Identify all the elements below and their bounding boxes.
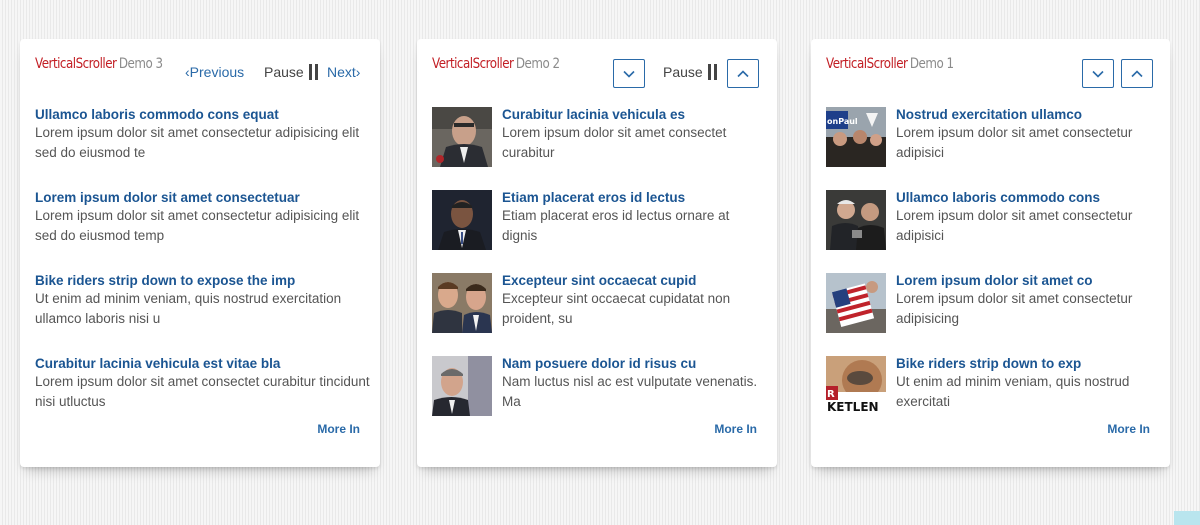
- item-title[interactable]: Lorem ipsum dolor sit amet consectetuar: [35, 190, 370, 206]
- portrait-image: [432, 273, 492, 333]
- scroll-down-button[interactable]: [1082, 59, 1114, 88]
- item-description: Lorem ipsum dolor sit amet consectetur a…: [35, 125, 360, 160]
- more-in-link[interactable]: More In: [317, 422, 360, 436]
- panel-title-brand: VerticalScroller: [826, 56, 908, 72]
- flag-photo-image: [826, 273, 886, 333]
- item-thumbnail[interactable]: [432, 273, 492, 333]
- list-item[interactable]: Ullamco laboris commodo cons equat Lorem…: [35, 107, 370, 190]
- item-title[interactable]: Curabitur lacinia vehicula est vitae bla: [35, 356, 370, 372]
- list-item[interactable]: Lorem ipsum dolor sit amet co Lorem ipsu…: [826, 273, 1160, 356]
- item-description: Lorem ipsum dolor sit amet consectetur a…: [35, 208, 360, 243]
- chevron-up-icon: [737, 69, 749, 77]
- previous-label: Previous: [189, 64, 245, 80]
- sign-text: KETLEN: [827, 400, 879, 414]
- item-thumbnail[interactable]: [826, 190, 886, 250]
- scroller-panel-demo-1: VerticalScroller Demo 1 onPaul Nostrud e…: [811, 39, 1170, 467]
- panel-title: VerticalScroller Demo 2: [432, 56, 560, 72]
- portrait-image: [432, 190, 492, 250]
- item-title[interactable]: Nostrud exercitation ullamco: [896, 107, 1160, 123]
- more-in-link[interactable]: More In: [1107, 422, 1150, 436]
- item-description: Lorem ipsum dolor sit amet consectet cur…: [502, 125, 727, 160]
- list-item[interactable]: Excepteur sint occaecat cupid Excepteur …: [432, 273, 767, 356]
- chevron-down-icon: [1092, 70, 1104, 78]
- crowd-photo-image: onPaul: [826, 107, 886, 167]
- item-description: Lorem ipsum dolor sit amet consectetur a…: [896, 208, 1133, 243]
- item-title[interactable]: Bike riders strip down to exp: [896, 356, 1160, 372]
- scroll-up-button[interactable]: [727, 59, 759, 88]
- item-thumbnail[interactable]: [432, 190, 492, 250]
- item-title[interactable]: Etiam placerat eros id lectus: [502, 190, 767, 206]
- item-thumbnail[interactable]: onPaul: [826, 107, 886, 167]
- chevron-right-icon: ›: [355, 64, 361, 80]
- list-item[interactable]: Bike riders strip down to expose the imp…: [35, 273, 370, 356]
- portrait-image: [432, 356, 492, 416]
- list-item[interactable]: Ullamco laboris commodo cons Lorem ipsum…: [826, 190, 1160, 273]
- item-title[interactable]: Ullamco laboris commodo cons equat: [35, 107, 370, 123]
- item-title[interactable]: Ullamco laboris commodo cons: [896, 190, 1160, 206]
- panel-title: VerticalScroller Demo 3: [35, 56, 163, 72]
- scroll-up-button[interactable]: [1121, 59, 1153, 88]
- panel-title-demo: Demo 3: [118, 56, 163, 72]
- panel-title-brand: VerticalScroller: [35, 56, 117, 72]
- list-item[interactable]: onPaul Nostrud exercitation ullamco Lore…: [826, 107, 1160, 190]
- pause-label: Pause: [663, 64, 703, 80]
- item-thumbnail[interactable]: [432, 107, 492, 167]
- pause-button[interactable]: Pause: [264, 64, 318, 80]
- panel-title-demo: Demo 1: [909, 56, 954, 72]
- portrait-image: [432, 107, 492, 167]
- item-description: Ut enim ad minim veniam, quis nostrud ex…: [35, 291, 342, 326]
- item-description: Etiam placerat eros id lectus ornare at …: [502, 208, 730, 243]
- next-button[interactable]: Next›: [327, 64, 360, 80]
- scroller-panel-demo-2: VerticalScroller Demo 2 Pause Curabitur …: [417, 39, 777, 467]
- panel-title: VerticalScroller Demo 1: [826, 56, 954, 72]
- previous-button[interactable]: ‹Previous: [185, 64, 244, 80]
- item-thumbnail[interactable]: [826, 273, 886, 333]
- item-description: Nam luctus nisl ac est vulputate venenat…: [502, 374, 758, 409]
- item-thumbnail[interactable]: [432, 356, 492, 416]
- item-description: Lorem ipsum dolor sit amet consectetur a…: [896, 125, 1133, 160]
- sign-text: onPaul: [827, 117, 858, 126]
- item-title[interactable]: Bike riders strip down to expose the imp: [35, 273, 370, 289]
- scroll-down-button[interactable]: [613, 59, 645, 88]
- corner-decoration: [1174, 511, 1200, 525]
- pause-icon: [707, 64, 717, 80]
- next-label: Next: [327, 64, 356, 80]
- more-in-link[interactable]: More In: [714, 422, 757, 436]
- list-item[interactable]: Lorem ipsum dolor sit amet consectetuar …: [35, 190, 370, 273]
- scroller-list: Ullamco laboris commodo cons equat Lorem…: [35, 107, 370, 439]
- scroller-list: onPaul Nostrud exercitation ullamco Lore…: [826, 107, 1160, 439]
- crowd-photo-image: [826, 190, 886, 250]
- item-description: Ut enim ad minim veniam, quis nostrud ex…: [896, 374, 1130, 409]
- list-item[interactable]: Curabitur lacinia vehicula es Lorem ipsu…: [432, 107, 767, 190]
- chevron-down-icon: [623, 70, 635, 78]
- panel-title-demo: Demo 2: [515, 56, 560, 72]
- cyclist-photo-image: R KETLEN: [826, 356, 886, 416]
- item-thumbnail[interactable]: R KETLEN: [826, 356, 886, 416]
- panel-title-brand: VerticalScroller: [432, 56, 514, 72]
- item-title[interactable]: Nam posuere dolor id risus cu: [502, 356, 767, 372]
- pause-icon: [308, 64, 318, 80]
- pause-button[interactable]: Pause: [663, 64, 717, 80]
- scroller-panel-demo-3: VerticalScroller Demo 3 ‹Previous Pause N…: [20, 39, 380, 467]
- item-title[interactable]: Excepteur sint occaecat cupid: [502, 273, 767, 289]
- scroller-list: Curabitur lacinia vehicula es Lorem ipsu…: [432, 107, 767, 439]
- item-title[interactable]: Curabitur lacinia vehicula es: [502, 107, 767, 123]
- item-description: Lorem ipsum dolor sit amet consectetur a…: [896, 291, 1133, 326]
- item-description: Lorem ipsum dolor sit amet consectet cur…: [35, 374, 370, 409]
- pause-label: Pause: [264, 64, 304, 80]
- chevron-up-icon: [1131, 69, 1143, 77]
- item-description: Excepteur sint occaecat cupidatat non pr…: [502, 291, 731, 326]
- sign-text-2: R: [827, 389, 835, 400]
- item-title[interactable]: Lorem ipsum dolor sit amet co: [896, 273, 1160, 289]
- list-item[interactable]: Etiam placerat eros id lectus Etiam plac…: [432, 190, 767, 273]
